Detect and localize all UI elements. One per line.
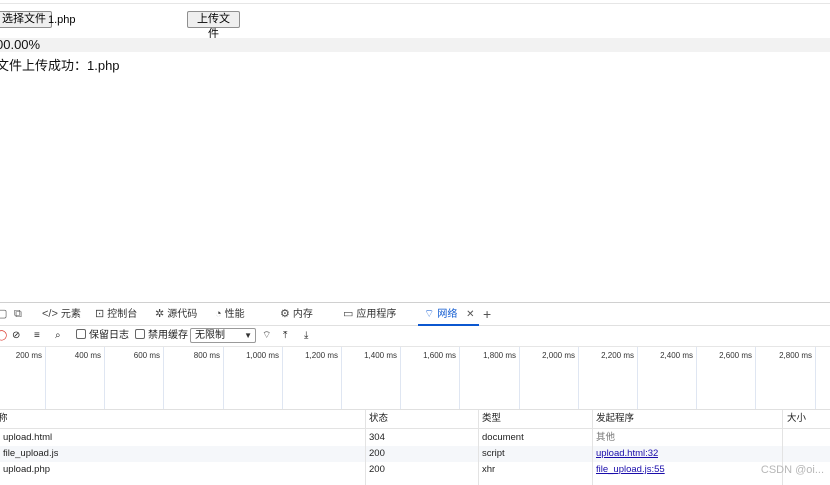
timeline-tick-label: 2,400 ms (660, 351, 693, 360)
upload-success-message: 文件上传成功：1.php (0, 58, 120, 73)
tab-label: 源代码 (167, 309, 198, 320)
header-type[interactable]: 类型 (482, 411, 501, 427)
network-toolbar: ◯ ⊘ ≡ ⌕ 保留日志 禁用缓存 无限制 ▼ ⌔ ⤒ ⤓ (0, 326, 830, 347)
tab-network[interactable]: ⌔ 网络 ✕ (418, 303, 478, 326)
header-status[interactable]: 状态 (369, 411, 388, 427)
tab-label: 网络 (437, 309, 458, 320)
tab-console[interactable]: ⊡ 控制台 (95, 303, 137, 325)
clear-icon[interactable]: ⊘ (12, 326, 20, 346)
web-page: 选择文件 1.php 上传文件 00.00% 文件上传成功：1.php (0, 0, 830, 302)
tab-sources[interactable]: ✲ 源代码 (155, 303, 197, 325)
checkbox-box (76, 329, 86, 339)
performance-icon: ◔ (215, 308, 222, 320)
cell-initiator-link[interactable]: upload.html:32 (596, 446, 658, 462)
gear-icon: ⚙ (280, 308, 290, 320)
device-toolbar-icon[interactable]: ⧉ (14, 303, 22, 325)
timeline-tick-label: 2,000 ms (542, 351, 575, 360)
disable-cache-label: 禁用缓存 (148, 330, 188, 341)
devtools-panel: ▢ ⧉ </> 元素 ⊡ 控制台 ✲ 源代码 ◔ 性能 ⚙ 内存 ▭ 应用程序 ⌔ 网络 ✕ … (0, 302, 830, 485)
timeline-tick-label: 800 ms (193, 351, 220, 360)
network-request-table: 称 状态 类型 发起程序 大小 upload.html 304 document… (0, 410, 830, 485)
column-divider[interactable] (365, 410, 366, 485)
timeline-tick-label: 600 ms (133, 351, 160, 360)
search-icon[interactable]: ⌕ (55, 326, 61, 346)
throttling-select[interactable]: 无限制 ▼ (190, 328, 256, 343)
network-conditions-icon[interactable]: ⌔ (262, 326, 271, 346)
table-row[interactable]: upload.html 304 document 其他 (0, 430, 830, 446)
choose-file-button[interactable]: 选择文件 (0, 11, 52, 28)
header-name[interactable]: 称 (0, 411, 8, 427)
timeline-tick-label: 1,200 ms (305, 351, 338, 360)
tab-memory[interactable]: ⚙ 内存 (280, 303, 313, 325)
inspect-icon[interactable]: ▢ (0, 303, 7, 325)
cell-type: xhr (482, 464, 496, 475)
export-icon[interactable]: ⤓ (304, 326, 308, 346)
table-row[interactable]: file_upload.js 200 script upload.html:32 (0, 446, 830, 462)
throttling-value: 无限制 (195, 330, 225, 341)
tab-label: 应用程序 (356, 309, 397, 320)
timeline-tick-label: 1,800 ms (483, 351, 516, 360)
cell-name: upload.php (3, 464, 51, 475)
tab-label: 性能 (224, 309, 245, 320)
filter-icon[interactable]: ≡ (34, 326, 40, 346)
cell-initiator: 其他 (596, 432, 616, 443)
watermark: CSDN @oi... (760, 464, 824, 476)
header-size[interactable]: 大小 (787, 411, 806, 427)
column-divider[interactable] (592, 410, 593, 485)
progress-text: 00.00% (0, 37, 41, 52)
checkbox-box (135, 329, 145, 339)
cell-initiator-link[interactable]: file_upload.js:55 (596, 462, 665, 478)
progress-row: 00.00% (0, 38, 830, 52)
wifi-icon: ⌔ (424, 308, 435, 320)
timeline-tick-label: 1,000 ms (246, 351, 279, 360)
timeline-tick-label: 200 ms (15, 351, 42, 360)
code-icon: </> (42, 308, 58, 320)
devtools-tabbar: ▢ ⧉ </> 元素 ⊡ 控制台 ✲ 源代码 ◔ 性能 ⚙ 内存 ▭ 应用程序 ⌔ 网络 ✕ … (0, 303, 830, 326)
cell-type: document (482, 432, 524, 443)
tab-label: 元素 (60, 309, 81, 320)
cell-name: upload.html (3, 432, 53, 443)
cell-status: 200 (369, 448, 385, 459)
timeline-tick-label: 2,600 ms (719, 351, 752, 360)
selected-file-name: 1.php (48, 14, 76, 26)
tab-application[interactable]: ▭ 应用程序 (343, 303, 396, 325)
tab-label: 内存 (292, 309, 313, 320)
cell-name: file_upload.js (3, 448, 59, 459)
column-divider[interactable] (478, 410, 479, 485)
app-icon: ▭ (343, 308, 354, 320)
disable-cache-checkbox[interactable]: 禁用缓存 (135, 326, 188, 346)
preserve-log-label: 保留日志 (89, 330, 129, 341)
table-header: 称 状态 类型 发起程序 大小 (0, 410, 830, 429)
tab-performance[interactable]: ◔ 性能 (215, 303, 245, 325)
import-icon[interactable]: ⤒ (283, 326, 287, 346)
cell-status: 304 (369, 432, 385, 443)
cell-status: 200 (369, 464, 385, 475)
timeline-tick-label: 1,600 ms (423, 351, 456, 360)
console-icon: ⊡ (95, 308, 105, 320)
bug-icon: ✲ (155, 308, 165, 320)
timeline-tick-label: 1,400 ms (364, 351, 397, 360)
chevron-down-icon: ▼ (244, 331, 252, 340)
network-timeline[interactable]: 200 ms 400 ms 600 ms 800 ms 1,000 ms 1,200 ms… (0, 347, 830, 410)
table-row[interactable]: upload.php 200 xhr file_upload.js:55 (0, 462, 830, 478)
tab-elements[interactable]: </> 元素 (42, 303, 81, 325)
header-initiator[interactable]: 发起程序 (596, 411, 634, 427)
add-tab-icon[interactable]: + (483, 303, 491, 325)
timeline-tick-label: 2,200 ms (601, 351, 634, 360)
timeline-tick-label: 2,800 ms (779, 351, 812, 360)
record-icon[interactable]: ◯ (0, 326, 7, 346)
preserve-log-checkbox[interactable]: 保留日志 (76, 326, 129, 346)
tab-label: 控制台 (107, 309, 138, 320)
upload-file-button[interactable]: 上传文件 (187, 11, 240, 40)
timeline-gridline (815, 347, 816, 409)
top-divider (0, 3, 830, 4)
timeline-tick-label: 400 ms (74, 351, 101, 360)
cell-type: script (482, 448, 505, 459)
close-tab-icon[interactable]: ✕ (466, 309, 474, 320)
